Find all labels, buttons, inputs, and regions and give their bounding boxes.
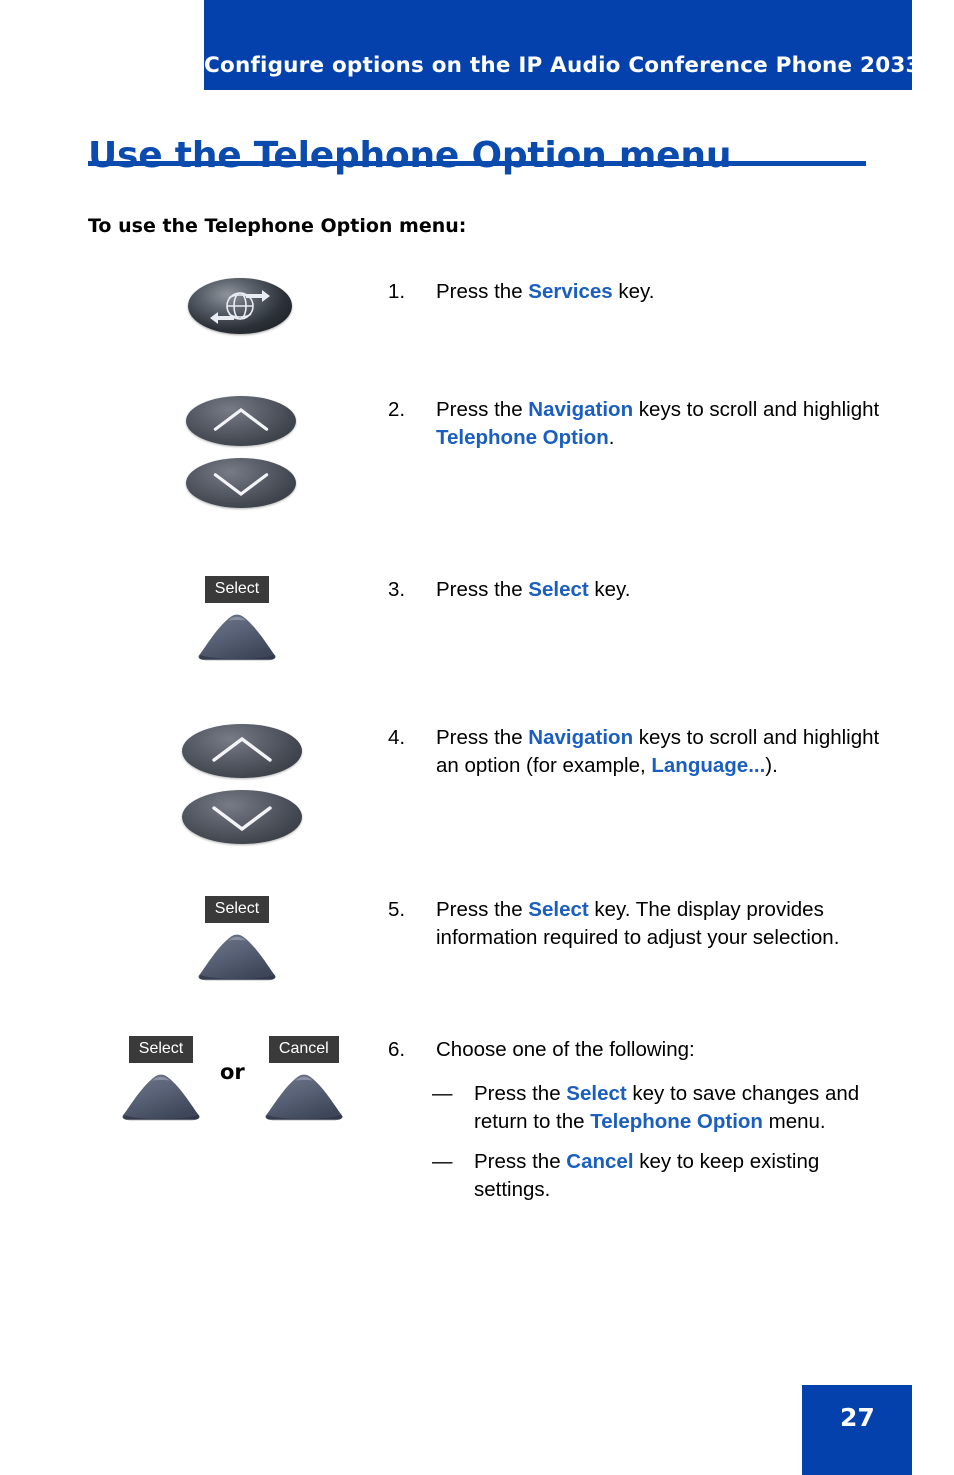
text-run: Press the xyxy=(436,280,529,303)
step-body: 5. Press the Select key. The display prov… xyxy=(388,896,880,952)
running-title: Configure options on the IP Audio Confer… xyxy=(204,53,921,78)
dome-key-icon[interactable] xyxy=(261,1072,347,1127)
step-instruction: Press the Navigation keys to scroll and … xyxy=(436,724,880,780)
step-artwork: Select or Cancel xyxy=(88,1036,380,1266)
select-softkey[interactable]: Select xyxy=(194,896,280,987)
text-run: keys to scroll and highlight xyxy=(633,398,880,421)
step-number: 6. xyxy=(388,1038,406,1061)
step-row: 2. Press the Navigation keys to scroll an… xyxy=(0,396,954,576)
emphasis-term: Services xyxy=(528,280,613,303)
text-run: ). xyxy=(765,754,778,777)
step-row: Select 3. Press the Select key. xyxy=(0,576,954,724)
text-run: Press the xyxy=(436,898,529,921)
step-number: 5. xyxy=(388,898,406,921)
navigation-up-key[interactable] xyxy=(186,396,296,446)
navigation-down-key[interactable] xyxy=(182,790,302,844)
select-or-cancel-art: Select or Cancel xyxy=(118,1036,380,1127)
dome-key-icon[interactable] xyxy=(118,1072,204,1127)
emphasis-term: Navigation xyxy=(528,398,634,421)
or-separator-label: or xyxy=(220,1060,245,1084)
step-row: Select 5. Press the Select key. The displa… xyxy=(0,896,954,1036)
navigation-down-key[interactable] xyxy=(186,458,296,508)
navigation-keys-art xyxy=(88,396,380,508)
chevron-up-icon xyxy=(212,736,272,762)
step-instruction: Choose one of the following: xyxy=(436,1036,880,1064)
text-run: Press the xyxy=(436,578,529,601)
page-number: 27 xyxy=(840,1403,875,1432)
navigation-keys-art xyxy=(88,724,380,844)
select-key-art: Select xyxy=(88,576,380,667)
text-run: key. xyxy=(588,578,631,601)
emphasis-term: Telephone Option xyxy=(436,426,609,449)
step-number: 1. xyxy=(388,280,406,303)
emphasis-term: Cancel xyxy=(566,1150,634,1173)
text-run: . xyxy=(608,426,615,449)
cancel-softkey-label: Cancel xyxy=(268,1036,339,1063)
step-artwork: Select xyxy=(88,896,380,1036)
select-softkey-label: Select xyxy=(204,576,270,603)
select-key-art: Select xyxy=(88,896,380,987)
text-run: Press the xyxy=(474,1150,567,1173)
step-body: 2. Press the Navigation keys to scroll an… xyxy=(388,396,880,452)
dome-key-icon[interactable] xyxy=(194,932,280,987)
cancel-softkey[interactable]: Cancel xyxy=(261,1036,347,1127)
step-artwork: Select xyxy=(88,576,380,724)
chevron-down-icon xyxy=(213,473,269,496)
chevron-down-icon xyxy=(212,806,272,832)
step-artwork xyxy=(88,724,380,896)
sub-item-text: Press the Cancel key to keep existing se… xyxy=(474,1148,880,1204)
step-row: 4. Press the Navigation keys to scroll an… xyxy=(0,724,954,896)
footer-block: 27 xyxy=(802,1385,912,1475)
text-run: Press the xyxy=(436,398,529,421)
step-instruction: Press the Select key. xyxy=(436,576,880,604)
step-instruction: Press the Select key. The display provid… xyxy=(436,896,880,952)
intro-text: To use the Telephone Option menu: xyxy=(88,215,467,237)
text-run: Press the xyxy=(436,726,529,749)
emphasis-term: Select xyxy=(528,578,589,601)
navigation-up-key[interactable] xyxy=(182,724,302,778)
services-key-art xyxy=(88,278,380,334)
select-softkey[interactable]: Select xyxy=(194,576,280,667)
page-title: Use the Telephone Option menu xyxy=(88,135,732,177)
select-softkey[interactable]: Select xyxy=(118,1036,204,1127)
text-run: Press the xyxy=(474,1082,567,1105)
services-key[interactable] xyxy=(188,278,292,334)
emphasis-term: Select xyxy=(566,1082,627,1105)
step-row: 1. Press the Services key. xyxy=(0,278,954,396)
text-run: menu. xyxy=(762,1110,826,1133)
select-or-cancel-group: Select or Cancel xyxy=(118,1036,380,1127)
step-body: 4. Press the Navigation keys to scroll an… xyxy=(388,724,880,780)
title-divider xyxy=(88,161,866,166)
header-bar: Configure options on the IP Audio Confer… xyxy=(204,0,921,90)
emphasis-term: Select xyxy=(528,898,589,921)
step-body: 1. Press the Services key. xyxy=(388,278,880,306)
emphasis-term: Navigation xyxy=(528,726,634,749)
globe-arrows-icon xyxy=(210,290,270,324)
step-artwork xyxy=(88,396,380,576)
text-run: Choose one of the following: xyxy=(436,1038,695,1061)
step-number: 2. xyxy=(388,398,406,421)
em-dash-bullet: — xyxy=(432,1150,453,1173)
step-sub-item: — Press the Select key to save changes an… xyxy=(432,1080,880,1136)
step-body: 6. Choose one of the following: — Press the… xyxy=(388,1036,880,1216)
step-instruction: Press the Services key. xyxy=(436,278,880,306)
step-number: 3. xyxy=(388,578,406,601)
step-body: 3. Press the Select key. xyxy=(388,576,880,604)
step-number: 4. xyxy=(388,726,406,749)
step-row: Select or Cancel 6. Choose one of the follow… xyxy=(0,1036,954,1266)
text-run: key. xyxy=(612,280,655,303)
sub-item-text: Press the Select key to save changes and… xyxy=(474,1080,880,1136)
chevron-up-icon xyxy=(213,408,269,431)
emphasis-term: Telephone Option xyxy=(590,1110,763,1133)
step-instruction: Press the Navigation keys to scroll and … xyxy=(436,396,880,452)
emphasis-term: Language... xyxy=(651,754,766,777)
em-dash-bullet: — xyxy=(432,1082,453,1105)
select-softkey-label: Select xyxy=(128,1036,194,1063)
procedure-steps: 1. Press the Services key. 2. Press the Nav… xyxy=(0,278,954,1266)
dome-key-icon[interactable] xyxy=(194,612,280,667)
step-artwork xyxy=(88,278,380,396)
step-sub-list: — Press the Select key to save changes an… xyxy=(388,1080,880,1204)
step-sub-item: — Press the Cancel key to keep existing s… xyxy=(432,1148,880,1204)
select-softkey-label: Select xyxy=(204,896,270,923)
